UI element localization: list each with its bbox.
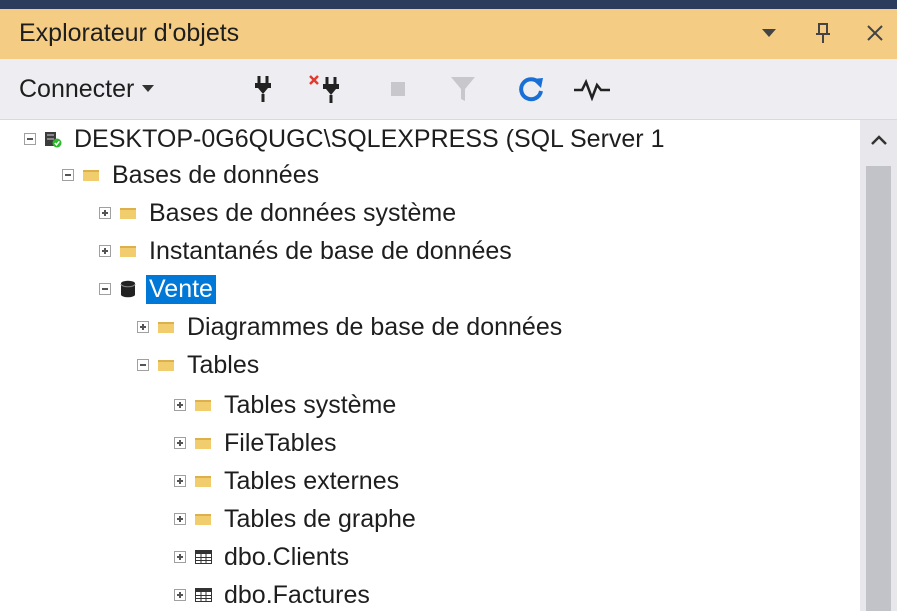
folder-icon [157, 318, 175, 336]
expand-toggle[interactable] [174, 513, 186, 525]
tree-node-label: dbo.Factures [224, 580, 370, 609]
expand-toggle[interactable] [174, 399, 186, 411]
folder-icon [82, 166, 100, 184]
tree-node-filetables[interactable]: FileTables [174, 424, 340, 462]
window-top-edge [0, 0, 897, 9]
collapse-toggle[interactable] [99, 283, 111, 295]
folder-icon [119, 204, 137, 222]
folder-icon [119, 242, 137, 260]
tree-node-label: Vente [146, 274, 216, 304]
collapse-toggle[interactable] [137, 359, 149, 371]
tree-node-vente[interactable]: Vente [99, 270, 216, 308]
expand-toggle[interactable] [174, 437, 186, 449]
chevron-down-icon[interactable] [754, 17, 784, 49]
tree-node-label: FileTables [224, 428, 337, 457]
tree-node-database-snapshots[interactable]: Instantanés de base de données [99, 232, 515, 270]
tree-node-label: Diagrammes de base de données [187, 312, 563, 341]
tree-node-server[interactable]: DESKTOP-0G6QUGC\SQLEXPRESS (SQL Server 1 [24, 120, 667, 158]
collapse-toggle[interactable] [24, 133, 36, 145]
tree-node-clients[interactable]: dbo.Clients [174, 538, 352, 576]
expand-toggle[interactable] [174, 475, 186, 487]
tree-node-system-databases[interactable]: Bases de données système [99, 194, 459, 232]
tree-node-label: DESKTOP-0G6QUGC\SQLEXPRESS (SQL Server 1 [74, 124, 665, 153]
expand-toggle[interactable] [174, 589, 186, 601]
database-icon [119, 280, 137, 298]
expand-toggle[interactable] [99, 245, 111, 257]
connect-label: Connecter [19, 74, 135, 103]
vertical-scrollbar[interactable] [860, 120, 897, 611]
folder-icon [194, 472, 212, 490]
folder-icon [194, 510, 212, 528]
expand-toggle[interactable] [174, 551, 186, 563]
tree-node-label: Tables de graphe [224, 504, 416, 533]
close-icon[interactable] [860, 17, 890, 49]
table-icon [194, 548, 212, 566]
chevron-up-icon [870, 135, 887, 145]
expand-toggle[interactable] [99, 207, 111, 219]
tree-node-label: dbo.Clients [224, 542, 350, 571]
disconnect-icon[interactable] [306, 69, 346, 109]
server-icon [44, 130, 62, 148]
panel-title-bar: Explorateur d'objets [0, 9, 897, 59]
panel-title: Explorateur d'objets [19, 19, 240, 47]
dropdown-caret-icon [142, 85, 155, 92]
tree-node-label: Bases de données [112, 160, 320, 189]
tree-node-label: Tables [187, 350, 260, 379]
expand-toggle[interactable] [137, 321, 149, 333]
connect-dropdown-button[interactable]: Connecter [19, 69, 219, 109]
connect-icon[interactable] [247, 69, 279, 109]
activity-monitor-icon[interactable] [570, 69, 614, 109]
tree-node-label: Tables système [224, 390, 397, 419]
tree-node-diagrams[interactable]: Diagrammes de base de données [137, 308, 565, 346]
refresh-icon[interactable] [513, 69, 549, 109]
tree-node-graph-tables[interactable]: Tables de graphe [174, 500, 419, 538]
collapse-toggle[interactable] [62, 169, 74, 181]
folder-icon [157, 356, 175, 374]
object-explorer-tree: DESKTOP-0G6QUGC\SQLEXPRESS (SQL Server 1… [0, 120, 860, 611]
explorer-toolbar: Connecter [0, 59, 897, 120]
folder-icon [194, 434, 212, 452]
tree-node-system-tables[interactable]: Tables système [174, 386, 399, 424]
scrollbar-thumb[interactable] [866, 166, 891, 611]
filter-icon [446, 69, 480, 109]
pin-icon[interactable] [808, 17, 838, 49]
table-icon [194, 586, 212, 604]
scroll-up-button[interactable] [860, 120, 897, 160]
tree-node-external-tables[interactable]: Tables externes [174, 462, 402, 500]
tree-node-label: Tables externes [224, 466, 400, 495]
tree-node-label: Bases de données système [149, 198, 457, 227]
tree-node-factures[interactable]: dbo.Factures [174, 576, 373, 614]
tree-node-tables[interactable]: Tables [137, 346, 262, 384]
tree-node-label: Instantanés de base de données [149, 236, 512, 265]
folder-icon [194, 396, 212, 414]
tree-node-databases[interactable]: Bases de données [62, 156, 322, 194]
stop-icon [384, 69, 412, 109]
